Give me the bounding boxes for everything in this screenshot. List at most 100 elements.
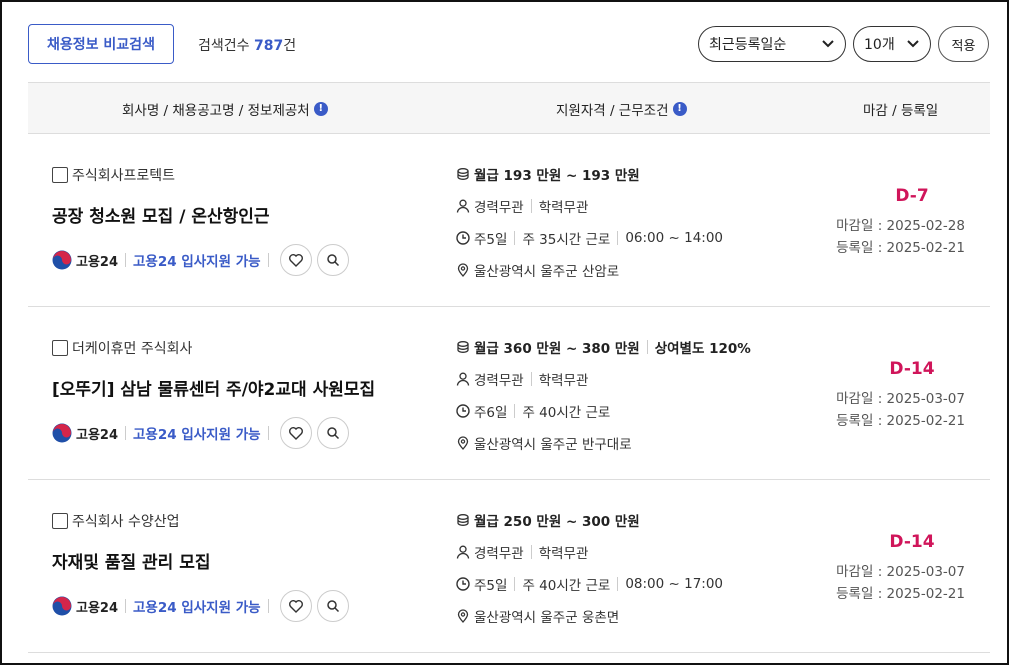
view-button[interactable] — [316, 244, 349, 276]
heart-icon — [288, 600, 303, 613]
company-name-text: 더케이휴먼 주식회사 — [72, 341, 193, 357]
source-name: 고용24 — [76, 254, 119, 270]
work-conditions: 주5일 주 40시간 근로 08:00 ~ 17:00 — [456, 574, 723, 594]
apply-available-link[interactable]: 고용24 입사지원 가능 — [133, 596, 261, 616]
page-size-select[interactable]: 10개 — [853, 26, 931, 62]
divider — [514, 404, 516, 418]
search-icon — [326, 427, 339, 440]
divider — [267, 426, 269, 440]
divider — [530, 372, 532, 386]
location: 울산광역시 울주군 웅촌면 — [456, 606, 619, 626]
compare-checkbox[interactable] — [52, 167, 68, 183]
header-company: 회사명 / 채용공고명 / 정보제공처 ! — [122, 99, 328, 119]
source-meta: 고용24 고용24 입사지원 가능 — [52, 417, 349, 449]
company-name: 더케이휴먼 주식회사 — [52, 338, 192, 358]
chevron-down-icon — [822, 40, 834, 48]
job-title-link[interactable]: 공장 청소원 모집 / 온산항인근 — [52, 202, 270, 227]
compare-search-button[interactable]: 채용정보 비교검색 — [28, 24, 174, 64]
divider — [125, 599, 127, 613]
table-row: 더케이휴먼 주식회사 [오뚜기] 삼남 물류센터 주/야2교대 사원모집 고용2… — [28, 307, 990, 480]
qualification: 경력무관 학력무관 — [456, 369, 588, 389]
job-list-page: 채용정보 비교검색 검색건수 787건 최근등록일순 10개 적용 회사명 / … — [0, 0, 1009, 665]
header-deadline-label: 마감 / 등록일 — [863, 103, 939, 119]
salary: 월급 360 만원 ~ 380 만원 상여별도 120% — [456, 337, 751, 357]
info-icon[interactable]: ! — [672, 102, 687, 116]
work-days-text: 주5일 — [474, 578, 508, 594]
clock-icon — [456, 231, 470, 245]
divider — [646, 340, 648, 354]
dates: 마감일 : 2025-03-07 등록일 : 2025-02-21 — [836, 388, 965, 432]
table-header: 회사명 / 채용공고명 / 정보제공처 ! 지원자격 / 근무조건 ! 마감 /… — [28, 82, 990, 134]
source-name: 고용24 — [76, 600, 119, 616]
sort-select[interactable]: 최근등록일순 — [698, 26, 846, 62]
toolbar: 채용정보 비교검색 검색건수 787건 최근등록일순 10개 적용 — [28, 24, 989, 66]
table-row: 주식회사프로텍트 공장 청소원 모집 / 온산항인근 고용24 고용24 입사지… — [28, 134, 990, 307]
chevron-down-icon — [907, 40, 919, 48]
divider — [267, 599, 269, 613]
education-text: 학력무관 — [538, 200, 589, 216]
dday-text: D-7 — [895, 186, 929, 206]
education-text: 학력무관 — [538, 373, 589, 389]
search-icon — [326, 600, 339, 613]
divider — [530, 199, 532, 213]
coins-icon — [457, 514, 469, 526]
bonus-text: 상여별도 120% — [654, 341, 751, 357]
map-pin-icon — [457, 436, 469, 450]
divider — [514, 577, 516, 591]
work-days-text: 주5일 — [474, 232, 508, 248]
education-text: 학력무관 — [538, 546, 589, 562]
coins-icon — [457, 341, 469, 353]
dday-badge: D-7 — [835, 186, 965, 206]
apply-available-link[interactable]: 고용24 입사지원 가능 — [133, 423, 261, 443]
career-text: 경력무관 — [474, 373, 524, 389]
compare-checkbox[interactable] — [52, 513, 68, 529]
apply-available-link[interactable]: 고용24 입사지원 가능 — [133, 250, 261, 270]
search-count-value: 787 — [253, 38, 284, 54]
source-meta: 고용24 고용24 입사지원 가능 — [52, 590, 349, 622]
work-days-text: 주6일 — [474, 405, 508, 421]
dday-text: D-14 — [889, 532, 935, 552]
divider — [530, 545, 532, 559]
job-title-link[interactable]: [오뚜기] 삼남 물류센터 주/야2교대 사원모집 — [52, 375, 375, 400]
taegeuk-logo — [52, 423, 72, 443]
location: 울산광역시 울주군 산암로 — [456, 260, 619, 280]
favorite-button[interactable] — [279, 244, 312, 276]
header-company-label: 회사명 / 채용공고명 / 정보제공처 — [122, 103, 310, 119]
location-text: 울산광역시 울주군 산암로 — [474, 264, 620, 280]
deadline-date: 마감일 : 2025-03-07 — [836, 391, 965, 407]
company-name: 주식회사 수양산업 — [52, 511, 180, 531]
map-pin-icon — [457, 609, 469, 623]
info-icon[interactable]: ! — [313, 102, 328, 116]
location: 울산광역시 울주군 반구대로 — [456, 433, 632, 453]
work-hours-text: 주 40시간 근로 — [522, 405, 611, 421]
qualification: 경력무관 학력무관 — [456, 196, 588, 216]
taegeuk-logo — [52, 596, 72, 616]
career-text: 경력무관 — [474, 546, 524, 562]
favorite-button[interactable] — [279, 417, 312, 449]
compare-checkbox[interactable] — [52, 340, 68, 356]
search-count-prefix: 검색건수 — [198, 38, 254, 54]
salary-text: 월급 360 만원 ~ 380 만원 — [474, 341, 640, 357]
table-row: 주식회사 수양산업 자재및 품질 관리 모집 고용24 고용24 입사지원 가능… — [28, 480, 990, 653]
sort-select-value: 최근등록일순 — [709, 37, 787, 53]
dday-badge: D-14 — [835, 532, 965, 552]
person-icon — [456, 199, 470, 213]
header-qualification: 지원자격 / 근무조건 ! — [556, 99, 687, 119]
company-name-text: 주식회사프로텍트 — [72, 168, 176, 184]
job-title-link[interactable]: 자재및 품질 관리 모집 — [52, 548, 211, 573]
source-meta: 고용24 고용24 입사지원 가능 — [52, 244, 349, 276]
apply-button[interactable]: 적용 — [938, 26, 989, 62]
taegeuk-logo — [52, 250, 72, 270]
view-button[interactable] — [316, 590, 349, 622]
favorite-button[interactable] — [279, 590, 312, 622]
salary: 월급 250 만원 ~ 300 만원 — [456, 510, 640, 530]
qualification: 경력무관 학력무관 — [456, 542, 588, 562]
clock-icon — [456, 577, 470, 591]
search-icon — [326, 254, 339, 267]
dates: 마감일 : 2025-03-07 등록일 : 2025-02-21 — [836, 561, 965, 605]
view-button[interactable] — [316, 417, 349, 449]
map-pin-icon — [457, 263, 469, 277]
heart-icon — [288, 254, 303, 267]
company-name-text: 주식회사 수양산업 — [72, 514, 180, 530]
work-hours-text: 주 35시간 근로 — [522, 232, 611, 248]
